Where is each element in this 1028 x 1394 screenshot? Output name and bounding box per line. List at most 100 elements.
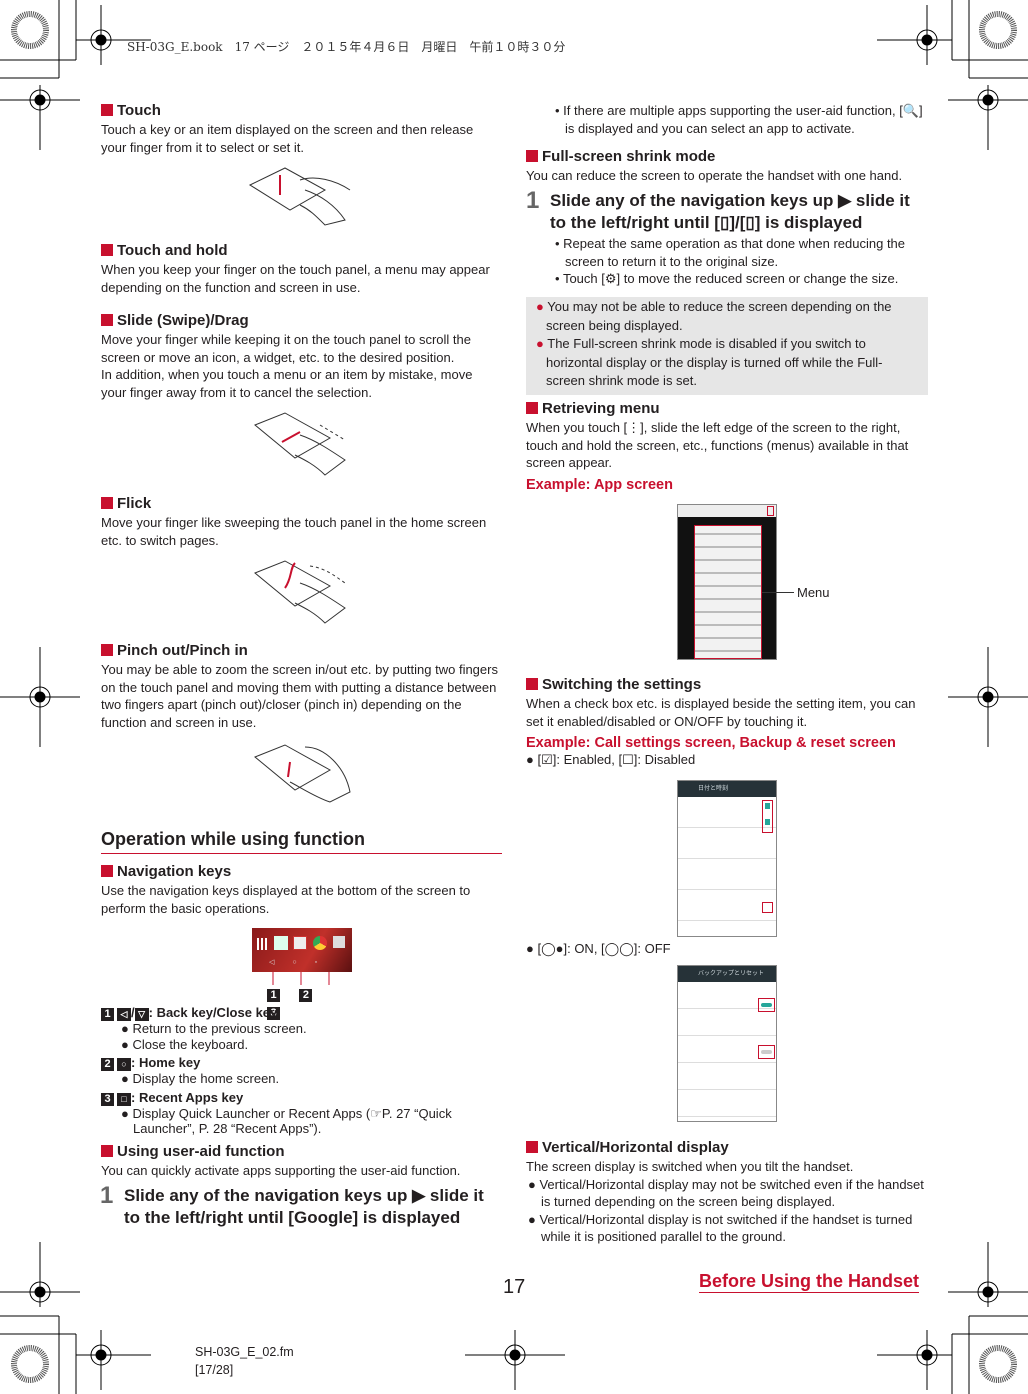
heading-user-aid: Using user-aid function [101, 1142, 501, 1162]
bullet: ● Vertical/Horizontal display is not swi… [528, 1211, 913, 1245]
home-key-item: 2 ○: Home key [101, 1055, 501, 1071]
nav-key-list: 1 ◁ / ▽: Back key/Close key ● Return to the… [101, 1005, 501, 1137]
pinch-text: You may be able to zoom the screen in/ou… [101, 662, 498, 730]
close-icon: ▽ [134, 1008, 149, 1021]
screen-title: バックアップとリセット [678, 966, 776, 982]
back-key-item: 1 ◁ / ▽: Back key/Close key [101, 1005, 501, 1021]
bullet: ● Close the keyboard. [121, 1036, 249, 1052]
slide-text-2: In addition, when you touch a menu or an… [101, 367, 473, 400]
nav-bar-keys: ◁○▫ [268, 959, 336, 966]
bullet: ● Display Quick Launcher or Recent Apps … [121, 1105, 452, 1137]
touch-hold-text: When you keep your finger on the touch p… [101, 262, 490, 295]
menu-items [695, 526, 761, 658]
checkbox-highlight [762, 800, 773, 833]
num-3: 3 [101, 1092, 114, 1106]
orientation-section: Vertical/Horizontal display The screen d… [526, 1138, 928, 1246]
heading-slide: Slide (Swipe)/Drag [101, 311, 501, 331]
touch-hold-section: Touch and hold When you keep your finger… [101, 241, 501, 296]
num-2: 2 [101, 1058, 114, 1071]
print-info: SH-03G_E.book 17 ページ ２０１５年４月６日 月曜日 午前１０時… [127, 40, 566, 54]
bullet: ● Vertical/Horizontal display may not be… [528, 1176, 924, 1210]
example-app-screen: Example: App screen [526, 476, 673, 493]
chapter-link[interactable]: Before Using the Handset [699, 1271, 920, 1293]
home-key-label: : Home key [131, 1055, 201, 1070]
back-icon: ◁ [117, 1008, 131, 1021]
check-legend: ● [☑]: Enabled, [☐]: Disabled [526, 752, 696, 767]
toggle-off-highlight [758, 1045, 775, 1059]
bullet-text: Vertical/Horizontal display may not be s… [539, 1176, 924, 1210]
menu-text: When you touch [⋮], slide the left edge … [526, 420, 909, 470]
menu-icon-highlight [767, 506, 774, 516]
recent-key-item: 3 □: Recent Apps key [101, 1090, 501, 1106]
nav-screenshot: ◁○▫ [252, 928, 352, 972]
callout-1: 1 [267, 989, 280, 1002]
checkbox-off-highlight [762, 902, 773, 913]
touch-text: Touch a key or an item displayed on the … [101, 122, 474, 155]
bullet: ● Display the home screen. [121, 1071, 280, 1086]
screen-title: 日付と時刻 [678, 781, 776, 797]
user-aid-text: You can quickly activate apps supporting… [101, 1163, 461, 1178]
bullet-text: Vertical/Horizontal display is not switc… [539, 1211, 913, 1245]
switching-section: Switching the settings When a check box … [526, 675, 928, 769]
num-1: 1 [101, 1008, 114, 1021]
file-name: SH-03G_E_02.fm [195, 1345, 294, 1359]
slide-section: Slide (Swipe)/Drag Move your finger whil… [101, 311, 501, 401]
heading-flick: Flick [101, 494, 501, 514]
chrome-icon [313, 936, 327, 950]
back-key-label: : Back key/Close key [148, 1005, 278, 1020]
bullet-text: Display Quick Launcher or Recent Apps (☞… [132, 1105, 452, 1137]
callout-2: 2 [299, 989, 313, 1002]
step-text: Slide any of the navigation keys up ▶ sl… [550, 191, 910, 232]
left-column: Touch Touch a key or an item displayed o… [101, 101, 501, 156]
bullet-text: Touch [⚙] to move the reduced screen or … [562, 271, 899, 286]
flick-section: Flick Move your finger like sweeping the… [101, 494, 501, 549]
slide-text: Move your finger while keeping it on the… [101, 332, 471, 365]
date-time-screenshot: 日付と時刻 [677, 780, 777, 937]
step-number: 1 [526, 187, 540, 214]
toggle-legend: ● [◯●]: ON, [◯◯]: OFF [526, 941, 671, 956]
shrink-bullets: • Repeat the same operation as that done… [553, 235, 923, 288]
file-info: SH-03G_E_02.fm [17/28] [195, 1343, 294, 1379]
heading-touch: Touch [101, 101, 501, 121]
recent-bullets: ● Display Quick Launcher or Recent Apps … [101, 1106, 501, 1137]
menu-callout-line [762, 592, 794, 593]
user-aid-section: Using user-aid function You can quickly … [101, 1142, 501, 1180]
pinch-illustration [254, 744, 351, 803]
note-text: If there are multiple apps supporting th… [563, 103, 923, 136]
nav-section: Navigation keys Use the navigation keys … [101, 862, 501, 917]
home-icon: ○ [117, 1058, 131, 1071]
file-pages: [17/28] [195, 1363, 234, 1377]
flick-illustration [254, 560, 346, 624]
home-bullets: ● Display the home screen. [101, 1071, 501, 1087]
menu-callout: Menu [797, 585, 830, 600]
back-bullets: ● Return to the previous screen. ● Close … [101, 1021, 501, 1052]
note-box: ● You may not be able to reduce the scre… [526, 297, 928, 395]
heading-orientation: Vertical/Horizontal display [526, 1138, 928, 1158]
shrink-text: You can reduce the screen to operate the… [526, 168, 903, 183]
heading-shrink: Full-screen shrink mode [526, 147, 926, 167]
bullet: ● Return to the previous screen. [121, 1021, 307, 1036]
section-title: Operation while using function [101, 829, 502, 854]
apps-icon [257, 938, 269, 950]
bullet: • Touch [⚙] to move the reduced screen o… [555, 271, 899, 286]
bullet: • Repeat the same operation as that done… [555, 236, 906, 269]
legend-text: [◯●]: ON, [◯◯]: OFF [537, 941, 671, 956]
heading-retrieving-menu: Retrieving menu [526, 399, 928, 419]
bullet-text: Repeat the same operation as that done w… [563, 236, 906, 269]
note: ● You may not be able to reduce the scre… [536, 299, 892, 333]
toggle-on-highlight [758, 998, 775, 1012]
pinch-section: Pinch out/Pinch in You may be able to zo… [101, 641, 501, 731]
phone-icon [274, 936, 288, 950]
nav-text: Use the navigation keys displayed at the… [101, 883, 471, 916]
switching-text: When a check box etc. is displayed besid… [526, 696, 916, 729]
slide-illustration [254, 412, 346, 476]
recent-key-label: : Recent Apps key [131, 1089, 244, 1105]
shrink-section: Full-screen shrink mode You can reduce t… [526, 147, 926, 185]
recent-apps-icon: □ [117, 1092, 131, 1106]
example-call-settings: Example: Call settings screen, Backup & … [526, 735, 896, 751]
widget-icon [333, 936, 345, 948]
bullet-text: Display the home screen. [132, 1071, 280, 1086]
user-aid-note: • If there are multiple apps supporting … [555, 103, 923, 136]
note-text: The Full-screen shrink mode is disabled … [546, 336, 883, 388]
touch-illustration [248, 167, 351, 226]
